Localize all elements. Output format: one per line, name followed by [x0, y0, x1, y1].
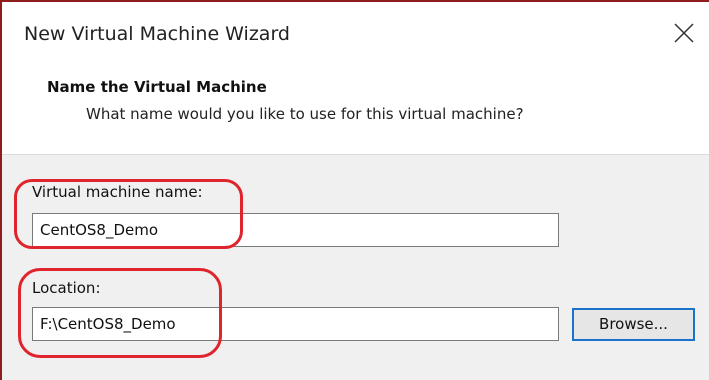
- page-subtitle: What name would you like to use for this…: [86, 105, 524, 123]
- wizard-header: Name the Virtual Machine What name would…: [2, 62, 709, 155]
- vm-name-input[interactable]: CentOS8_Demo: [32, 213, 559, 247]
- location-label: Location:: [32, 279, 101, 297]
- title-bar: New Virtual Machine Wizard: [2, 2, 709, 62]
- window-title: New Virtual Machine Wizard: [24, 23, 290, 45]
- page-title: Name the Virtual Machine: [47, 78, 267, 96]
- wizard-window: New Virtual Machine Wizard Name the Virt…: [0, 0, 709, 380]
- browse-button[interactable]: Browse...: [572, 308, 695, 341]
- close-icon[interactable]: [671, 20, 697, 46]
- vm-name-label: Virtual machine name:: [32, 183, 203, 201]
- location-input[interactable]: F:\CentOS8_Demo: [32, 307, 559, 341]
- form-area: Virtual machine name: CentOS8_Demo Locat…: [2, 155, 709, 380]
